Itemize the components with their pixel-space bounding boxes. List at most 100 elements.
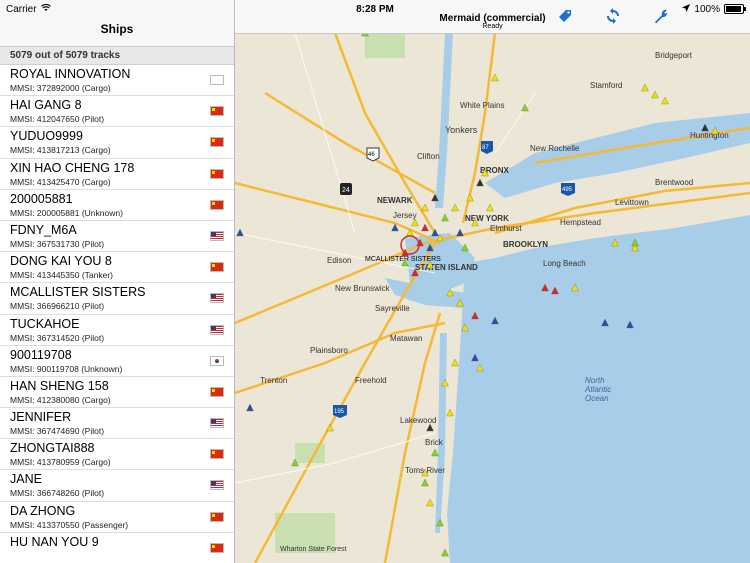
clock: 8:28 PM xyxy=(356,3,394,15)
ship-list-item[interactable]: 900119708 MMSI: 900119708 (Unknown) xyxy=(0,346,234,377)
map-label-trenton: Trenton xyxy=(260,376,287,385)
map-label-jersey: Jersey xyxy=(393,211,417,220)
svg-text:495: 495 xyxy=(562,187,573,193)
ship-name: HU NAN YOU 9 xyxy=(10,534,99,549)
ship-name: 900119708 xyxy=(10,347,72,362)
ship-name: ROYAL INNOVATION xyxy=(10,67,131,81)
ship-mmsi: MMSI: 372892000 (Cargo) xyxy=(10,83,111,93)
ship-name: JENNIFER xyxy=(10,410,72,425)
carrier-label: Carrier xyxy=(6,3,37,15)
flag-icon xyxy=(210,75,224,85)
ship-name: 200005881 xyxy=(10,191,73,206)
ship-name: XIN HAO CHENG 178 xyxy=(10,160,135,175)
map-label-freehold: Freehold xyxy=(355,376,387,385)
svg-text:87: 87 xyxy=(482,145,489,151)
ship-mmsi: MMSI: 413445350 (Tanker) xyxy=(10,270,113,281)
svg-text:46: 46 xyxy=(368,152,375,158)
ship-list-item[interactable]: ZHONGTAI888 MMSI: 413780959 (Cargo) xyxy=(0,439,234,471)
map-label-new-rochelle: New Rochelle xyxy=(530,144,580,153)
ship-name: TUCKAHOE xyxy=(10,316,80,331)
ship-list-item[interactable]: TUCKAHOE MMSI: 367314520 (Pilot) xyxy=(0,315,234,346)
flag-icon xyxy=(210,449,224,460)
map-label-levittown: Levittown xyxy=(615,198,649,207)
ship-name: DA ZHONG xyxy=(10,503,76,518)
ship-list-item[interactable]: FDNY_M6A MMSI: 367531730 (Pilot) xyxy=(0,221,234,253)
ship-list-item[interactable]: XIN HAO CHENG 178 MMSI: 413425470 (Cargo) xyxy=(0,159,234,190)
map-label-long-beach: Long Beach xyxy=(543,259,586,268)
map-label-brooklyn: BROOKLYN xyxy=(503,240,548,249)
battery-icon xyxy=(724,4,746,14)
track-count: 5079 out of 5079 tracks xyxy=(0,47,234,65)
ship-mmsi: MMSI: 367314520 (Pilot) xyxy=(10,332,105,343)
ship-mmsi: MMSI: 367474690 (Pilot) xyxy=(10,426,105,437)
ship-mmsi: MMSI: 366966210 (Pilot) xyxy=(10,301,105,312)
flag-icon xyxy=(210,137,224,148)
ship-name: DONG KAI YOU 8 xyxy=(10,254,112,269)
ship-mmsi: MMSI: 900119708 (Unknown) xyxy=(10,363,123,374)
location-arrow-icon xyxy=(682,3,691,15)
ships-sidebar: Ships 5079 out of 5079 tracks ROYAL INNO… xyxy=(0,0,235,563)
map-label-clifton: Clifton xyxy=(417,152,440,161)
wifi-icon xyxy=(40,3,51,15)
ship-list-item[interactable]: ROYAL INNOVATION MMSI: 372892000 (Cargo) xyxy=(0,65,234,97)
map-canvas[interactable]: Bridgeport Stamford White Plains Yonkers… xyxy=(235,33,750,563)
sidebar-title: Ships xyxy=(100,22,134,36)
ship-list-item[interactable]: HAI GANG 8 MMSI: 412047650 (Pilot) xyxy=(0,96,234,128)
map-label-matawan: Matawan xyxy=(390,334,422,343)
map-view[interactable]: Bridgeport Stamford White Plains Yonkers… xyxy=(235,33,750,563)
ship-mmsi: MMSI: 413370550 (Passenger) xyxy=(10,519,129,530)
map-panel: Mermaid (commercial) Ready Bridgeport St… xyxy=(235,0,750,563)
ship-list-item[interactable]: JANE MMSI: 366748260 (Pilot) xyxy=(0,470,234,502)
ship-mmsi: MMSI: 366748260 (Pilot) xyxy=(10,488,105,499)
flag-icon xyxy=(210,168,224,179)
flag-icon xyxy=(210,480,224,491)
ship-list-item[interactable]: HAN SHENG 158 MMSI: 412380080 (Cargo) xyxy=(0,377,234,409)
ship-list-item[interactable]: DONG KAI YOU 8 MMSI: 413445350 (Tanker) xyxy=(0,252,234,284)
ship-list-item[interactable]: MCALLISTER SISTERS MMSI: 366966210 (Pilot… xyxy=(0,283,234,315)
ship-list-item[interactable]: HU NAN YOU 9 xyxy=(0,533,234,563)
ship-list-item[interactable]: 200005881 MMSI: 200005881 (Unknown) xyxy=(0,190,234,221)
ship-list-item[interactable]: DA ZHONG MMSI: 413370550 (Passenger) xyxy=(0,502,234,533)
flag-icon xyxy=(210,542,224,553)
status-bar: Carrier 8:28 PM 100% xyxy=(0,0,750,18)
map-label-bridgeport: Bridgeport xyxy=(655,51,693,60)
ship-name: HAN SHENG 158 xyxy=(10,378,109,393)
map-label-hempstead: Hempstead xyxy=(560,218,601,227)
map-label-yonkers: Yonkers xyxy=(445,125,478,135)
flag-icon xyxy=(210,324,224,335)
ship-name: JANE xyxy=(10,472,42,487)
map-label-brick: Brick xyxy=(425,438,444,447)
flag-icon xyxy=(210,293,224,304)
map-label-stamford: Stamford xyxy=(590,81,622,90)
svg-text:24: 24 xyxy=(342,187,350,194)
map-label-huntington: Huntington xyxy=(690,131,729,140)
map-label-edison: Edison xyxy=(327,256,351,265)
map-label-white-plains: White Plains xyxy=(460,101,504,110)
flag-icon xyxy=(210,262,224,273)
map-label-elmhurst: Elmhurst xyxy=(490,224,522,233)
map-label-sayreville: Sayreville xyxy=(375,304,410,313)
flag-icon xyxy=(210,355,224,366)
map-label-staten-island: STATEN ISLAND xyxy=(415,263,478,272)
map-label-newark: NEWARK xyxy=(377,196,413,205)
svg-text:195: 195 xyxy=(334,409,345,415)
map-label-brentwood: Brentwood xyxy=(655,178,693,187)
ship-list[interactable]: ROYAL INNOVATION MMSI: 372892000 (Cargo) H… xyxy=(0,65,234,563)
map-label-lakewood: Lakewood xyxy=(400,416,436,425)
ship-name: MCALLISTER SISTERS xyxy=(10,285,146,300)
flag-icon xyxy=(210,106,224,117)
ship-mmsi: MMSI: 412047650 (Pilot) xyxy=(10,114,105,125)
map-label-new-brunswick: New Brunswick xyxy=(335,284,391,293)
ship-name: FDNY_M6A xyxy=(10,222,77,237)
flag-icon xyxy=(210,386,224,397)
map-label-wharton: Wharton State Forest xyxy=(280,546,347,553)
ship-mmsi: MMSI: 413817213 (Cargo) xyxy=(10,145,111,156)
ship-mmsi: MMSI: 413780959 (Cargo) xyxy=(10,457,111,468)
ship-list-item[interactable]: YUDUO9999 MMSI: 413817213 (Cargo) xyxy=(0,127,234,159)
ship-name: HAI GANG 8 xyxy=(10,98,82,113)
ship-mmsi: MMSI: 412380080 (Cargo) xyxy=(10,394,111,405)
flag-icon xyxy=(210,230,224,241)
ship-mmsi: MMSI: 200005881 (Unknown) xyxy=(10,207,123,218)
flag-icon xyxy=(210,418,224,429)
ship-list-item[interactable]: JENNIFER MMSI: 367474690 (Pilot) xyxy=(0,408,234,440)
